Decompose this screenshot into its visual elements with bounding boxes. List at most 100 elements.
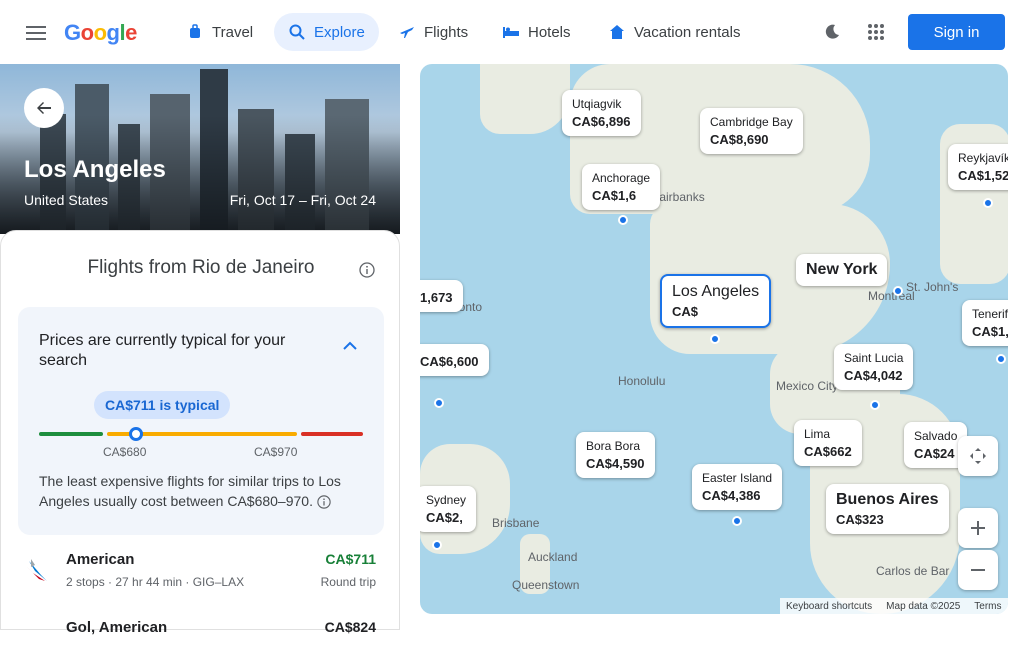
destination-reykjavik[interactable]: Reykjavík CA$1,52: [948, 144, 1008, 190]
range-low-label: CA$680: [103, 445, 147, 459]
typical-price-pill: CA$711 is typical: [94, 391, 231, 419]
bubble-price: CA$6,896: [572, 114, 631, 129]
destination-los-angeles-selected[interactable]: Los Angeles CA$: [660, 274, 772, 328]
map-pin[interactable]: [893, 286, 903, 296]
price-footnote: The least expensive flights for similar …: [39, 471, 369, 511]
dark-mode-button[interactable]: [813, 13, 851, 51]
destination-hero: Los Angeles United States Fri, Oct 17 – …: [0, 64, 400, 234]
footnote-text: The least expensive flights for similar …: [39, 473, 341, 509]
price-level-typical: typical: [181, 332, 227, 349]
destination-bubble[interactable]: CA$6,600: [420, 344, 489, 376]
main-menu-button[interactable]: [14, 14, 58, 52]
map-pin[interactable]: [432, 540, 442, 550]
tab-flights-label: Flights: [424, 23, 469, 41]
google-logo[interactable]: Google: [64, 20, 137, 46]
apps-button[interactable]: [857, 13, 895, 51]
zoom-out-button[interactable]: [958, 550, 998, 590]
map-pin[interactable]: [996, 354, 1006, 364]
destination-sydney[interactable]: Sydney CA$2,: [420, 486, 477, 532]
terms-link[interactable]: Terms: [974, 601, 1001, 612]
travel-icon: [186, 23, 204, 41]
sign-in-button[interactable]: Sign in: [908, 14, 1005, 50]
destination-easter-island[interactable]: Easter Island CA$4,386: [692, 464, 783, 510]
bubble-price: CA$662: [804, 444, 852, 459]
tab-hotels-label: Hotels: [528, 23, 571, 41]
bubble-price: CA$323: [836, 512, 884, 527]
destination-utqiagvik[interactable]: Utqiagvik CA$6,896: [562, 90, 641, 136]
bubble-city: Easter Island: [702, 471, 773, 485]
destination-anchorage[interactable]: Anchorage CA$1,6: [582, 164, 661, 210]
destination-buenos-aires[interactable]: Buenos Aires CA$323: [826, 484, 949, 534]
current-price-marker: [129, 427, 144, 441]
bubble-city: Saint Lucia: [844, 351, 904, 365]
bubble-price: CA$6,600: [420, 354, 479, 369]
map-pin[interactable]: [732, 516, 742, 526]
map-data-credit: Map data ©2025: [886, 600, 961, 612]
tab-explore-label: Explore: [314, 23, 365, 41]
destination-saint-lucia[interactable]: Saint Lucia CA$4,042: [834, 344, 914, 390]
map-recenter-button[interactable]: [958, 436, 998, 476]
bubble-price: CA$2,: [426, 510, 463, 525]
tab-explore[interactable]: Explore: [274, 13, 379, 51]
bubble-price: CA$4,386: [702, 488, 761, 503]
map-pin[interactable]: [870, 400, 880, 410]
map-label-auckland: Auckland: [528, 550, 578, 564]
map-pin[interactable]: [434, 398, 444, 408]
bubble-city: Salvado: [914, 429, 958, 443]
explore-map[interactable]: Fairbanks Honolulu Mexico City St. John'…: [420, 64, 1008, 614]
bubble-city: Tenerif: [972, 307, 1008, 321]
tab-flights[interactable]: Flights: [384, 13, 482, 51]
bubble-city: Anchorage: [592, 171, 651, 185]
destination-new-york[interactable]: New York: [796, 254, 888, 286]
map-pin[interactable]: [983, 198, 993, 208]
flights-icon: [398, 23, 416, 41]
bubble-city: Bora Bora: [586, 439, 641, 453]
back-button[interactable]: [24, 88, 64, 128]
bubble-city: Sydney: [426, 493, 467, 507]
tab-vacation-rentals[interactable]: Vacation rentals: [594, 13, 754, 51]
bubble-city: Los Angeles: [672, 283, 760, 300]
bubble-price: 1,673: [420, 290, 453, 305]
map-label-montreal: Montreal: [868, 289, 915, 303]
flight-result-row[interactable]: Gol, American CA$824: [1, 607, 401, 671]
bubble-price: CA$1,: [972, 324, 1008, 339]
info-button[interactable]: [356, 259, 378, 281]
zoom-in-button[interactable]: [958, 508, 998, 548]
map-attribution: Keyboard shortcuts Map data ©2025 Terms: [780, 598, 1008, 614]
tab-hotels[interactable]: Hotels: [488, 13, 585, 51]
collapse-insights-button[interactable]: [331, 327, 369, 365]
destination-cambridge-bay[interactable]: Cambridge Bay CA$8,690: [700, 108, 803, 154]
keyboard-shortcuts-link[interactable]: Keyboard shortcuts: [786, 601, 872, 612]
hero-gradient: [0, 64, 400, 234]
bubble-price: CA$4,590: [586, 456, 645, 471]
price-insight-text: Prices are currently typical for your se…: [39, 331, 319, 371]
airline-name: Gol, American: [66, 619, 168, 636]
map-label-carlos-de-bariloche: Carlos de Bar: [876, 564, 950, 578]
destination-bora-bora[interactable]: Bora Bora CA$4,590: [576, 432, 655, 478]
hotels-icon: [502, 23, 520, 41]
tab-travel[interactable]: Travel: [172, 13, 267, 51]
tab-travel-label: Travel: [212, 23, 254, 41]
insight-prefix: Prices are currently: [39, 332, 182, 349]
price-range-high-segment: [301, 432, 363, 436]
bubble-city: Buenos Aires: [836, 491, 939, 508]
trip-dates[interactable]: Fri, Oct 17 – Fri, Oct 24: [230, 192, 376, 208]
map-label-queenstown: Queenstown: [512, 578, 580, 592]
map-pin-origin[interactable]: [710, 334, 720, 344]
airline-name: American: [66, 551, 135, 568]
vacation-rentals-icon: [608, 23, 626, 41]
flight-result-row[interactable]: American 2 stops · 27 hr 44 min · GIG–LA…: [1, 539, 401, 603]
map-label-mexico-city: Mexico City: [776, 379, 839, 393]
bubble-city: Lima: [804, 427, 831, 441]
bubble-price: CA$24: [914, 446, 955, 461]
panel-title: Flights from Rio de Janeiro: [87, 257, 315, 278]
map-pin[interactable]: [618, 215, 628, 225]
destination-bubble[interactable]: 1,673: [420, 280, 463, 312]
destination-tenerife[interactable]: Tenerif CA$1,: [962, 300, 1008, 346]
destination-lima[interactable]: Lima CA$662: [794, 420, 862, 466]
map-label-brisbane: Brisbane: [492, 516, 540, 530]
range-high-label: CA$970: [254, 445, 298, 459]
bubble-city: Cambridge Bay: [710, 115, 793, 129]
pan-icon: [970, 448, 986, 464]
footnote-info-icon[interactable]: [317, 495, 331, 509]
